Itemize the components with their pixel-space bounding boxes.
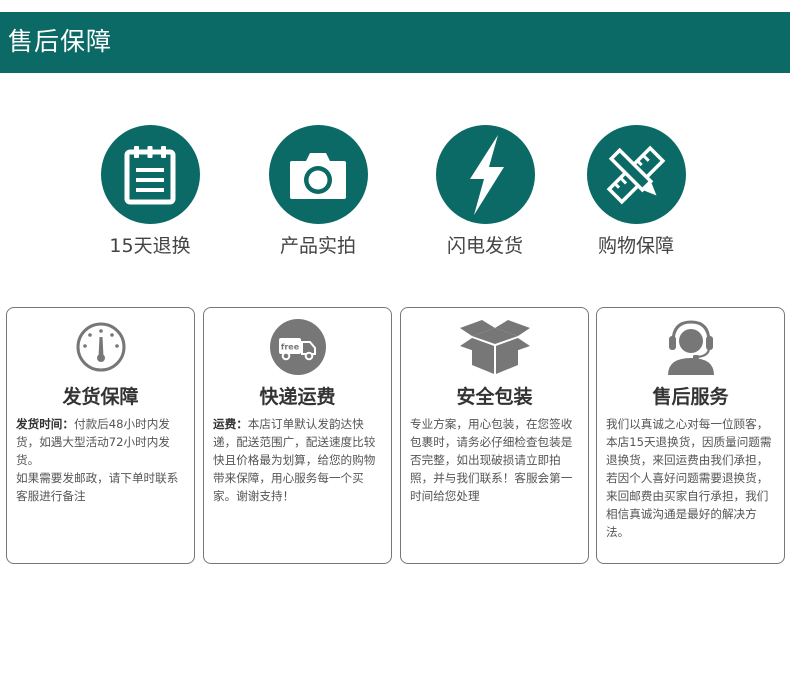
page-title: 售后保障	[8, 27, 113, 56]
feature-label: 购物保障	[597, 235, 674, 257]
camera-icon	[290, 152, 346, 199]
feature-circle	[100, 125, 200, 224]
pencil-ruler-icon	[606, 145, 666, 204]
feature-label: 15天退换	[109, 235, 191, 257]
free-truck-icon: free	[269, 319, 326, 375]
card-desc-lead: 发货时间：	[16, 417, 74, 431]
feature-circle	[268, 125, 368, 224]
card-title: 发货保障	[62, 386, 139, 408]
open-box-icon	[459, 320, 530, 374]
feature-circle	[586, 125, 686, 224]
headset-agent-icon	[667, 320, 714, 375]
free-badge-text: free	[280, 343, 299, 352]
feature-circle	[435, 125, 535, 224]
card-shipping-fee: free 快递运费 运费：本店订单默认发韵达快递，配送范围广，配送速度比较快且价…	[203, 307, 392, 564]
feature-return: 15天退换	[100, 125, 200, 258]
speedometer-icon	[76, 322, 125, 372]
card-desc-text: 专业方案，用心包装，在您签收包裹时，请务必仔细检查包装是否完整，如出现破损请立即…	[410, 417, 573, 503]
card-shipping-guarantee: 发货保障 发货时间：付款后48小时内发货，如遇大型活动72小时内发货。 如果需要…	[6, 307, 195, 564]
feature-photo: 产品实拍	[268, 125, 368, 258]
card-title: 快递运费	[259, 386, 336, 408]
clipboard-icon	[124, 145, 176, 204]
card-desc-text-2: 如果需要发邮政，请下单时联系客服进行备注	[16, 471, 179, 503]
card-after-sales: 售后服务 我们以真诚之心对每一位顾客，本店15天退换货，因质量问题需退换货，来回…	[596, 307, 785, 564]
feature-label: 产品实拍	[279, 235, 356, 257]
card-description: 专业方案，用心包装，在您签收包裹时，请务必仔细检查包装是否完整，如出现破损请立即…	[410, 415, 582, 505]
card-desc-text: 我们以真诚之心对每一位顾客，本店15天退换货，因质量问题需退换货，来回运费由我们…	[606, 417, 772, 539]
feature-shopping-guarantee: 购物保障	[586, 125, 686, 258]
card-title: 售后服务	[652, 386, 729, 408]
card-description: 发货时间：付款后48小时内发货，如遇大型活动72小时内发货。 如果需要发邮政，请…	[16, 415, 188, 505]
card-desc-lead: 运费：	[213, 417, 248, 431]
card-description: 运费：本店订单默认发韵达快递，配送范围广，配送速度比较快且价格最为划算，给您的购…	[213, 415, 385, 505]
section-header: 售后保障	[0, 12, 790, 73]
feature-fast-shipping: 闪电发货	[435, 125, 535, 258]
lightning-icon	[470, 134, 504, 215]
card-title: 安全包装	[456, 386, 533, 408]
feature-label: 闪电发货	[446, 235, 523, 257]
card-safe-packaging: 安全包装 专业方案，用心包装，在您签收包裹时，请务必仔细检查包装是否完整，如出现…	[400, 307, 589, 564]
card-description: 我们以真诚之心对每一位顾客，本店15天退换货，因质量问题需退换货，来回运费由我们…	[606, 415, 778, 541]
